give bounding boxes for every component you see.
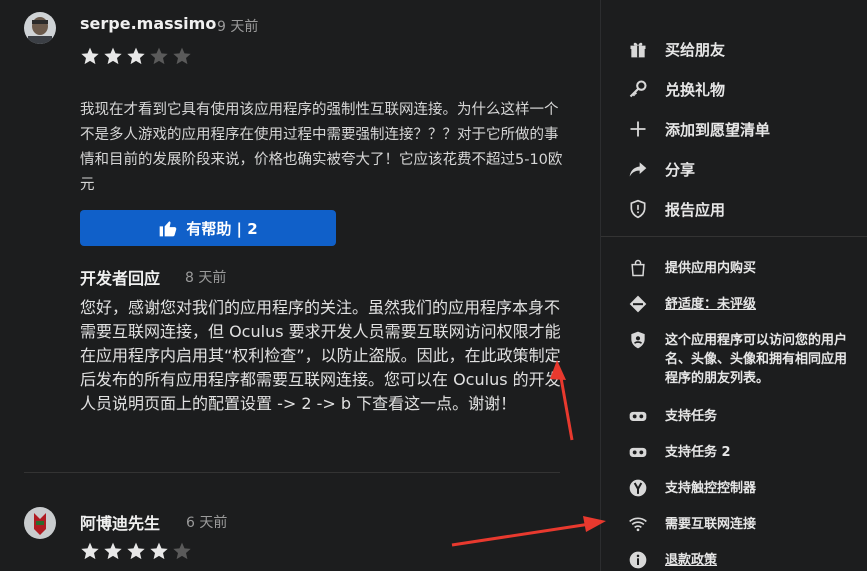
star-filled-icon [127, 47, 145, 65]
action-label: 报告应用 [665, 200, 726, 219]
vr-headset-icon [627, 441, 649, 463]
action-label: 买给朋友 [665, 40, 726, 59]
action-label: 添加到愿望清单 [665, 120, 771, 139]
helpful-button[interactable]: 有帮助 | 2 [80, 210, 336, 246]
star-filled-icon [104, 542, 122, 560]
key-icon [627, 78, 649, 100]
controller-icon [627, 477, 649, 499]
review-username[interactable]: 阿博迪先生 [80, 510, 160, 534]
developer-reply-time: 8 天前 [185, 270, 227, 286]
avatar[interactable] [24, 12, 56, 44]
review-time: 6 天前 [186, 515, 228, 531]
star-empty-icon [150, 47, 168, 65]
thumbs-up-icon [159, 221, 177, 237]
sidebar-divider [601, 236, 867, 237]
share-icon [627, 158, 649, 180]
star-filled-icon [104, 47, 122, 65]
star-rating [80, 46, 192, 66]
action-redeem-gift[interactable]: 兑换礼物 [627, 78, 725, 100]
vr-headset-icon [627, 405, 649, 427]
info-icon [627, 549, 649, 571]
action-label: 兑换礼物 [665, 80, 726, 99]
plus-icon [627, 118, 649, 140]
star-empty-icon [173, 47, 191, 65]
star-filled-icon [127, 542, 145, 560]
shield-alert-icon [627, 198, 649, 220]
star-rating [80, 541, 192, 561]
info-label: 支持任务 [665, 409, 718, 424]
review-time: 9 天前 [217, 19, 259, 35]
review-text: 我现在才看到它具有使用该应用程序的强制性互联网连接。为什么这样一个不是多人游戏的… [80, 102, 563, 193]
info-label: 支持触控控制器 [665, 481, 757, 496]
action-buy-for-friend[interactable]: 买给朋友 [627, 38, 725, 60]
info-label[interactable]: 舒适度：未评级 [665, 295, 855, 314]
info-label: 提供应用内购买 [665, 261, 757, 276]
info-label: 这个应用程序可以访问您的用户名、头像、头像和拥有相同应用程序的朋友列表。 [665, 333, 848, 386]
comfort-icon [627, 293, 649, 315]
reviews-panel: serpe.massimo 9 天前 我现在才看到它具有使用该应用程序的强制性互… [0, 0, 600, 571]
action-label: 分享 [665, 160, 696, 179]
helpful-label: 有帮助 | 2 [186, 219, 258, 238]
developer-reply-text: 您好，感谢您对我们的应用程序的关注。虽然我们的应用程序本身不需要互联网连接，但 … [80, 298, 561, 413]
action-add-wishlist[interactable]: 添加到愿望清单 [627, 118, 770, 140]
star-filled-icon [81, 542, 99, 560]
star-filled-icon [150, 542, 168, 560]
star-empty-icon [173, 542, 191, 560]
app-sidebar: 买给朋友 兑换礼物 添加到愿望清单 分享 报告应用 提供应用内购买 舒适度：未评… [600, 0, 867, 571]
review-username[interactable]: serpe.massimo [80, 14, 216, 33]
action-share[interactable]: 分享 [627, 158, 695, 180]
info-label: 需要互联网连接 [665, 517, 757, 532]
action-report[interactable]: 报告应用 [627, 198, 725, 220]
review-divider [24, 472, 560, 473]
developer-reply-title: 开发者回应 [80, 269, 161, 288]
gift-icon [627, 38, 649, 60]
shopping-bag-icon [627, 257, 649, 279]
avatar[interactable] [24, 507, 56, 539]
info-label: 支持任务 2 [665, 445, 731, 460]
wifi-icon [627, 513, 649, 535]
star-filled-icon [81, 47, 99, 65]
privacy-shield-icon [627, 329, 649, 351]
info-label[interactable]: 退款政策 [665, 551, 855, 570]
